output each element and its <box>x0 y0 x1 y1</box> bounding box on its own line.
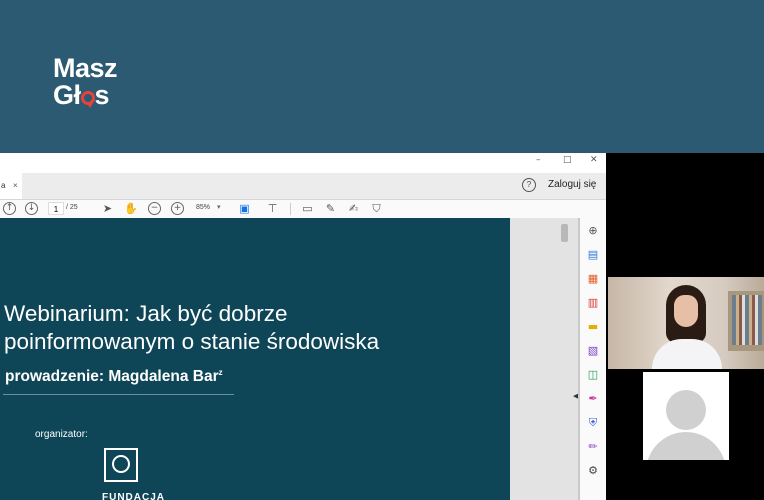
presenter-name: prowadzenie: Magdalena Bar <box>5 368 219 386</box>
tab-close-icon[interactable]: × <box>13 173 18 199</box>
pdf-slide: Webinarium: Jak być dobrze poinformowany… <box>0 218 510 500</box>
window-titlebar: – □ ✕ <box>0 153 606 173</box>
avatar-body-icon <box>646 432 726 460</box>
highlight-icon[interactable]: ✎ <box>324 202 337 215</box>
login-link[interactable]: Zaloguj się <box>548 179 596 190</box>
slide-title-line1: Webinarium: Jak być dobrze <box>4 301 288 326</box>
zoom-in-icon[interactable]: + <box>171 202 184 215</box>
page-down-icon[interactable]: ↓ <box>25 202 38 215</box>
combine-files-icon[interactable]: ▧ <box>586 344 600 358</box>
search-zoom-icon[interactable]: ⊕ <box>586 224 600 238</box>
comment-icon[interactable]: ▭ <box>301 202 314 215</box>
logo-line2-prefix: Gł <box>53 80 81 110</box>
organizer-label: organizator: <box>35 429 88 440</box>
create-pdf-icon[interactable]: ▥ <box>586 296 600 310</box>
avatar-head-icon <box>666 390 706 430</box>
comment-tool-icon[interactable]: ▬ <box>586 320 600 334</box>
organize-pages-icon[interactable]: ▦ <box>586 272 600 286</box>
document-tab-label: a <box>1 181 6 190</box>
masz-glos-logo: Masz Gł s <box>53 53 118 109</box>
page-total: / 25 <box>66 204 78 211</box>
restore-button[interactable]: □ <box>563 155 572 165</box>
help-icon[interactable]: ? <box>522 178 536 192</box>
stamp-icon[interactable]: ⛉ <box>370 202 383 215</box>
scrollbar-thumb[interactable] <box>561 224 568 242</box>
compress-icon[interactable]: ◫ <box>586 368 600 382</box>
scroll-mode-icon[interactable]: ⊤ <box>266 202 279 215</box>
logo-line2-suffix: s <box>94 80 110 110</box>
fill-sign-icon[interactable]: ✒ <box>586 392 600 406</box>
tab-bar: a × ? Zaloguj się <box>0 173 606 200</box>
logo-line2: Gł s <box>53 82 117 109</box>
right-tools-pane: ⊕ ▤ ▦ ▥ ▬ ▧ ◫ ✒ ⛨ ✏ ⚙ <box>580 218 606 500</box>
participant-video <box>608 277 764 369</box>
reader-toolbar: ↑ ↓ 1 / 25 ➤ ✋ − + 85% ▾ ▣ ⊤ ▭ ✎ ✍ ⛉ <box>0 200 606 219</box>
slide-title-line2: poinformowanym o stanie środowiska <box>4 329 380 354</box>
fit-page-icon[interactable]: ▣ <box>238 202 251 215</box>
sign-icon[interactable]: ✍ <box>347 202 360 215</box>
more-tools-icon[interactable]: ⚙ <box>586 464 600 478</box>
document-tab[interactable]: a × <box>0 173 22 199</box>
speech-bubble-icon <box>80 91 95 108</box>
toolbar-divider <box>290 203 291 215</box>
close-window-button[interactable]: ✕ <box>590 155 598 165</box>
select-cursor-icon[interactable]: ➤ <box>101 202 114 215</box>
logo-line1: Masz <box>53 53 118 83</box>
export-pdf-icon[interactable]: ▤ <box>586 248 600 262</box>
organizer-name: FUNDACJA <box>102 492 165 500</box>
slide-presenter: prowadzenie: Magdalena Barz <box>5 368 223 386</box>
participant-avatar-placeholder <box>643 372 729 460</box>
edit-pdf-icon[interactable]: ✏ <box>586 440 600 454</box>
organizer-logo-icon <box>104 448 138 482</box>
presenter-mark: z <box>218 368 223 377</box>
slide-divider <box>3 394 234 395</box>
zoom-level[interactable]: 85% <box>196 204 210 211</box>
pdf-reader-window: – □ ✕ a × ? Zaloguj się ↑ ↓ 1 / 25 ➤ ✋ −… <box>0 153 606 500</box>
top-banner: Masz Gł s <box>0 0 764 153</box>
minimize-button[interactable]: – <box>536 155 541 165</box>
zoom-dropdown-icon[interactable]: ▾ <box>217 203 221 211</box>
document-scrollbar[interactable]: ◀ <box>510 218 580 500</box>
page-up-icon[interactable]: ↑ <box>3 202 16 215</box>
hand-icon[interactable]: ✋ <box>124 202 138 215</box>
page-number-input[interactable]: 1 <box>48 202 64 215</box>
protect-icon[interactable]: ⛨ <box>586 416 600 430</box>
zoom-out-icon[interactable]: − <box>148 202 161 215</box>
